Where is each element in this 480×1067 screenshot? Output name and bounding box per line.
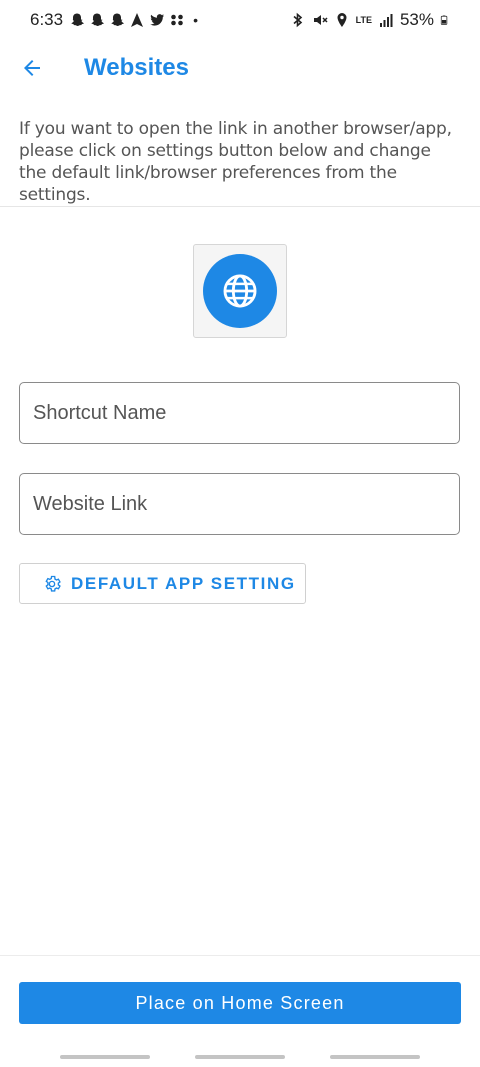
mute-icon (313, 15, 328, 25)
bottom-divider (0, 955, 480, 956)
default-app-setting-button[interactable]: DEFAULT APP SETTING (19, 563, 306, 604)
app-bar: Websites (0, 40, 480, 96)
navigation-icon (131, 13, 144, 27)
pinwheel-icon (171, 14, 183, 26)
snapchat-icon (111, 13, 125, 26)
shortcut-name-input[interactable] (20, 383, 459, 443)
arrow-left-icon (24, 60, 40, 76)
default-app-setting-label: DEFAULT APP SETTING (71, 573, 296, 593)
signal-icon (379, 14, 393, 27)
status-time: 6:33 (30, 10, 64, 29)
website-link-field[interactable] (19, 473, 460, 535)
status-left: 6:33 • (30, 10, 198, 30)
location-icon (337, 13, 347, 27)
snapchat-icon (71, 13, 85, 26)
globe-badge (203, 254, 277, 328)
website-link-input[interactable] (20, 474, 459, 534)
status-right: LTE 53% (290, 10, 450, 30)
notification-icons: • (69, 12, 198, 28)
info-text: If you want to open the link in another … (19, 119, 452, 205)
back-button[interactable] (0, 40, 64, 96)
place-on-home-screen-button[interactable]: Place on Home Screen (19, 982, 461, 1024)
globe-icon (223, 274, 257, 308)
network-type-label: LTE (355, 14, 372, 25)
system-nav-bar (0, 1055, 480, 1059)
nav-back-handle[interactable] (330, 1055, 420, 1059)
battery-percent: 53% (399, 10, 434, 29)
screen: 6:33 • LTE 53% Websites If you want to o… (0, 0, 480, 1067)
shortcut-name-field[interactable] (19, 382, 460, 444)
gear-icon (45, 575, 61, 592)
bluetooth-icon (293, 12, 302, 28)
status-bar: 6:33 • LTE 53% (0, 0, 480, 40)
nav-home-handle[interactable] (195, 1055, 285, 1059)
nav-recents-handle[interactable] (60, 1055, 150, 1059)
battery-icon (440, 15, 448, 25)
page-title: Websites (84, 54, 189, 81)
snapchat-icon (91, 13, 105, 26)
shortcut-icon-picker[interactable] (193, 244, 287, 338)
divider (0, 206, 480, 207)
twitter-icon (150, 14, 165, 26)
more-notifications-dot: • (193, 12, 198, 28)
